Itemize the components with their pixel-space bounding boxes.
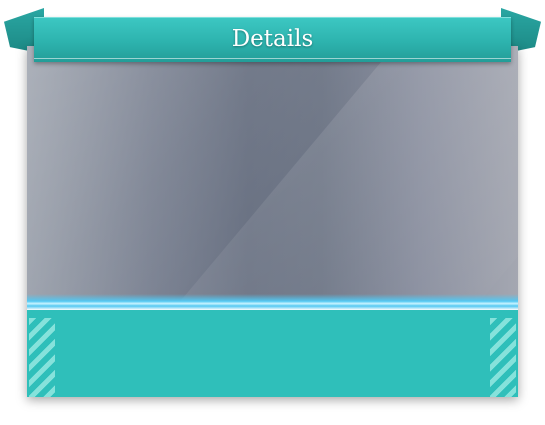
glass-sheen	[125, 46, 518, 302]
stripe-decoration-left	[29, 318, 55, 397]
glow-divider	[27, 294, 518, 310]
image-placeholder	[27, 46, 518, 302]
page-title: Details	[231, 26, 314, 52]
details-panel	[27, 46, 518, 397]
stripe-decoration-right	[490, 318, 516, 397]
info-bar	[27, 310, 518, 397]
